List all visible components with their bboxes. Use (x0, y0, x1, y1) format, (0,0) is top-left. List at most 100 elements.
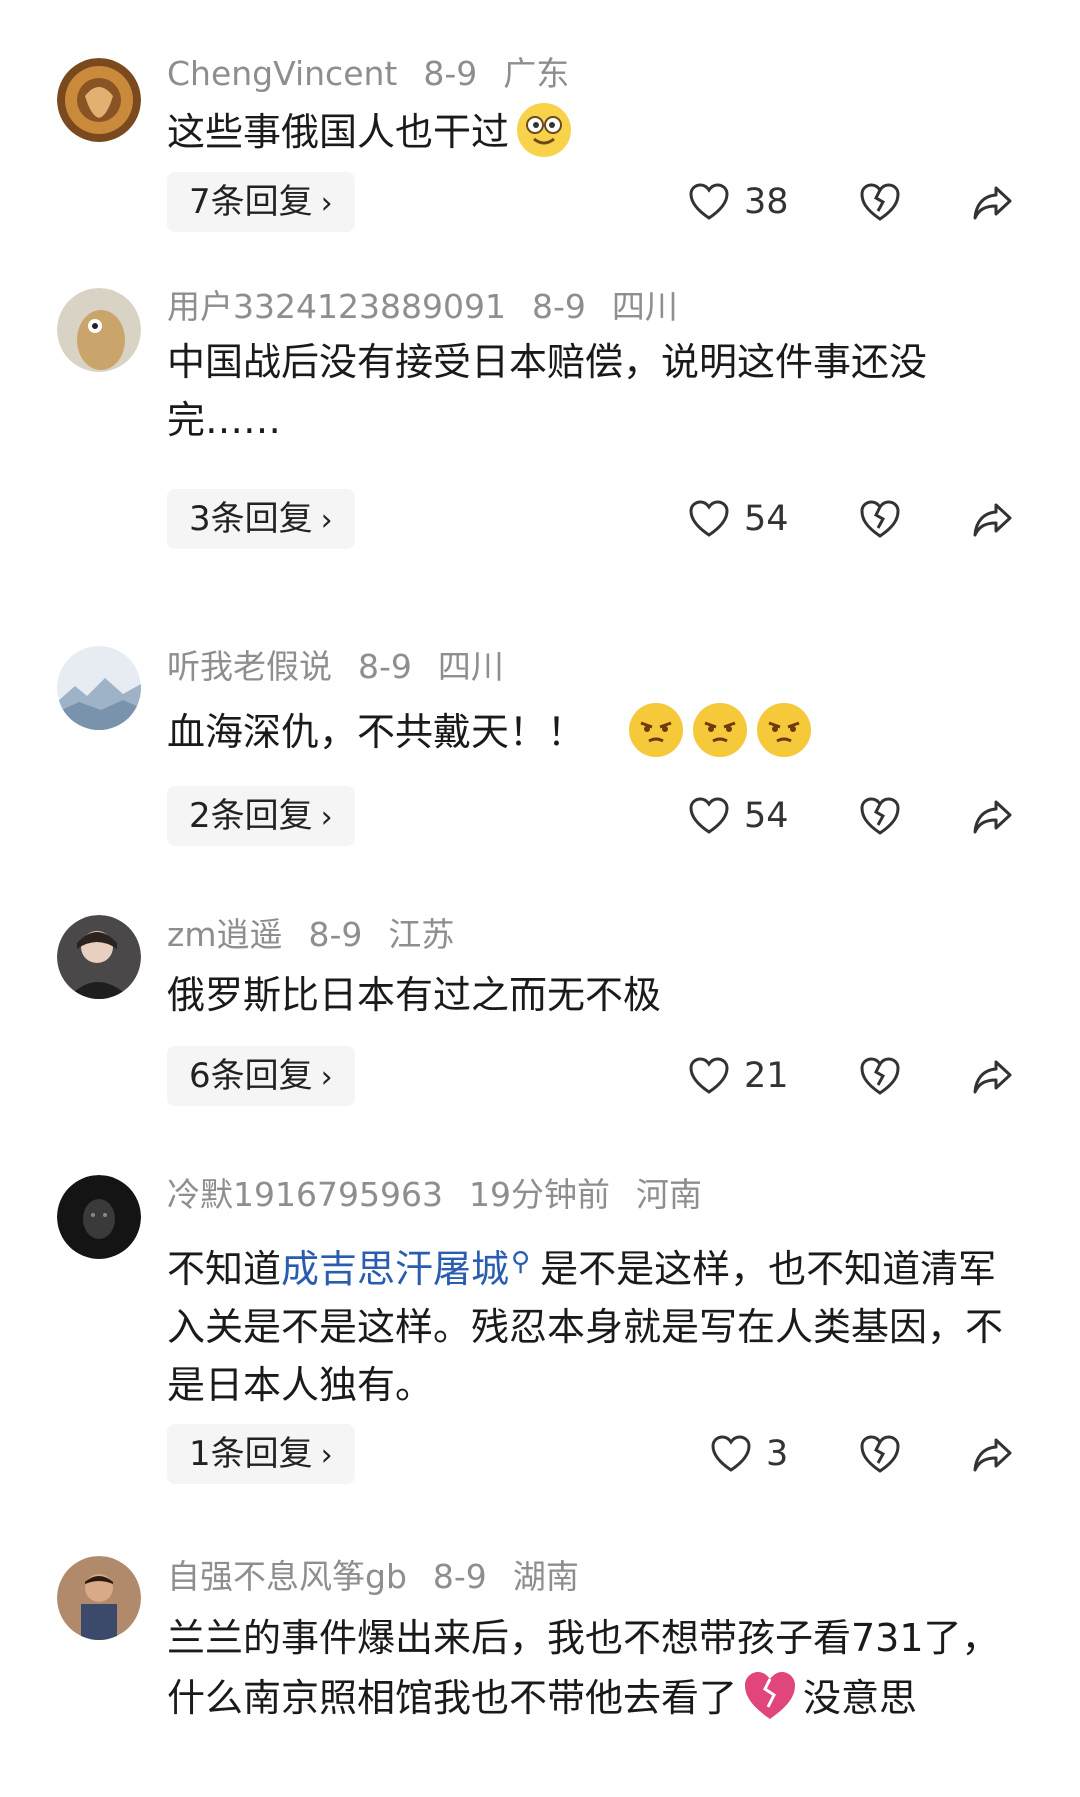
comment-text: 不知道成吉思汗屠城⚲ 是不是这样，也不知道清军入关是不是这样。残忍本身就是写在人类… (167, 1233, 1017, 1414)
avatar[interactable] (57, 915, 141, 999)
broken-heart-outline-icon (860, 500, 900, 538)
dislike-button[interactable] (858, 794, 902, 838)
comment-text: 兰兰的事件爆出来后，我也不想带孩子看731了，什么南京照相馆我也不带他去看了 没意… (167, 1609, 1017, 1727)
comment-actions: 21 (680, 1046, 1020, 1106)
broken-heart-outline-icon (860, 797, 900, 835)
heart-outline-icon (689, 797, 729, 834)
chevron-right-icon: › (320, 1438, 333, 1473)
comment-text-content: 不知道 (167, 1247, 282, 1291)
comment-date: 8-9 (308, 915, 363, 954)
angry-emoji-icon (627, 701, 685, 759)
share-button[interactable] (970, 497, 1014, 541)
avatar[interactable] (57, 646, 141, 730)
broken-heart-outline-icon (860, 1057, 900, 1095)
like-button[interactable]: 38 (688, 172, 789, 232)
view-replies-button[interactable]: 3条回复 › (167, 489, 355, 549)
comment-location: 广东 (503, 54, 570, 93)
like-button[interactable]: 21 (688, 1046, 789, 1106)
comment-text-content: 血海深仇，不共戴天！！ (167, 710, 586, 754)
comment-text: 俄罗斯比日本有过之而无不极 (167, 973, 662, 1017)
dislike-button[interactable] (858, 497, 902, 541)
comment-meta: 冷默1916795963 19分钟前 河南 (167, 1171, 728, 1219)
dislike-button[interactable] (858, 180, 902, 224)
share-button[interactable] (970, 1432, 1014, 1476)
comment-actions: 54 (680, 489, 1020, 549)
heart-outline-icon (689, 1057, 729, 1094)
replies-label: 7条回复 (189, 182, 313, 222)
chevron-right-icon: › (320, 800, 333, 835)
heart-outline-icon (711, 1435, 751, 1472)
comment-location: 四川 (611, 287, 678, 326)
comment-meta: 自强不息风筝gb 8-9 湖南 (167, 1553, 605, 1601)
comment-actions: 3 (680, 1424, 1020, 1484)
share-arrow-icon (973, 800, 1012, 834)
comment-location: 江苏 (388, 915, 455, 954)
comment-actions: 54 (680, 786, 1020, 846)
share-arrow-icon (973, 1060, 1012, 1094)
replies-label: 1条回复 (189, 1434, 313, 1474)
username[interactable]: zm逍遥 (167, 915, 282, 954)
like-button[interactable]: 3 (710, 1424, 788, 1484)
username[interactable]: 用户3324123889091 (167, 287, 506, 326)
view-replies-button[interactable]: 7条回复 › (167, 172, 355, 232)
heart-outline-icon (689, 500, 729, 537)
search-icon[interactable]: ⚲ (511, 1247, 530, 1277)
dislike-button[interactable] (858, 1432, 902, 1476)
grin-emoji-icon (515, 101, 573, 159)
chevron-right-icon: › (320, 503, 333, 538)
replies-label: 6条回复 (189, 1056, 313, 1096)
username[interactable]: 自强不息风筝gb (167, 1557, 407, 1596)
share-arrow-icon (973, 503, 1012, 537)
comment-text-content: 没意思 (803, 1676, 918, 1720)
chevron-right-icon: › (320, 186, 333, 221)
comment-text: 血海深仇，不共戴天！！ (167, 701, 1017, 761)
comment-date: 19分钟前 (468, 1175, 610, 1214)
comment-text: 中国战后没有接受日本赔偿，说明这件事还没完…… (167, 340, 928, 442)
share-button[interactable] (970, 794, 1014, 838)
comment-date: 8-9 (531, 287, 586, 326)
like-count: 38 (744, 182, 789, 222)
view-replies-button[interactable]: 2条回复 › (167, 786, 355, 846)
avatar[interactable] (57, 1556, 141, 1640)
comment-text-content: 这些事俄国人也干过 (167, 110, 510, 154)
like-count: 54 (744, 499, 789, 539)
replies-label: 2条回复 (189, 796, 313, 836)
heart-outline-icon (689, 183, 729, 220)
username[interactable]: ChengVincent (167, 54, 397, 93)
comment-location: 河南 (635, 1175, 702, 1214)
share-arrow-icon (973, 186, 1012, 220)
like-count: 21 (744, 1056, 789, 1096)
username[interactable]: 冷默1916795963 (167, 1175, 443, 1214)
comment-meta: ChengVincent 8-9 广东 (167, 50, 595, 98)
replies-label: 3条回复 (189, 499, 313, 539)
dislike-button[interactable] (858, 1054, 902, 1098)
broken-heart-outline-icon (860, 1435, 900, 1473)
username[interactable]: 听我老假说 (167, 647, 332, 686)
avatar[interactable] (57, 288, 141, 372)
comment-date: 8-9 (432, 1557, 487, 1596)
like-button[interactable]: 54 (688, 489, 789, 549)
angry-emoji-icon (755, 701, 813, 759)
comment-text: 这些事俄国人也干过 (167, 101, 1017, 161)
view-replies-button[interactable]: 1条回复 › (167, 1424, 355, 1484)
comment-location: 四川 (437, 647, 504, 686)
angry-emoji-icon (691, 701, 749, 759)
comment-date: 8-9 (423, 54, 478, 93)
share-arrow-icon (973, 1438, 1012, 1472)
comment-meta: zm逍遥 8-9 江苏 (167, 911, 480, 959)
share-button[interactable] (970, 180, 1014, 224)
broken-heart-emoji-icon (741, 1667, 799, 1725)
like-count: 3 (766, 1434, 789, 1474)
avatar[interactable] (57, 58, 141, 142)
avatar[interactable] (57, 1175, 141, 1259)
comment-actions: 38 (680, 172, 1020, 232)
like-button[interactable]: 54 (688, 786, 789, 846)
view-replies-button[interactable]: 6条回复 › (167, 1046, 355, 1106)
comment-date: 8-9 (358, 647, 412, 686)
broken-heart-outline-icon (860, 183, 900, 221)
search-keyword-link[interactable]: 成吉思汗屠城 (281, 1247, 509, 1291)
share-button[interactable] (970, 1054, 1014, 1098)
chevron-right-icon: › (320, 1060, 333, 1095)
comment-meta: 用户3324123889091 8-9 四川 (167, 283, 704, 331)
like-count: 54 (744, 796, 789, 836)
